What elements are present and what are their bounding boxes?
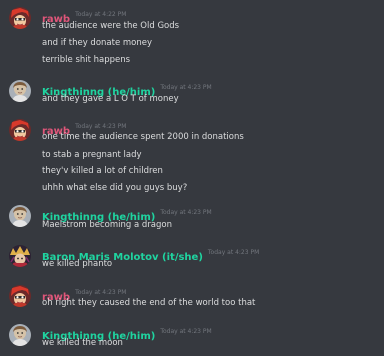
message-text: terrible shit happens bbox=[42, 55, 131, 65]
message-header: Kingthinng (he/him) Today at 4:23 PM bbox=[42, 80, 212, 98]
baron-avatar-icon[interactable] bbox=[9, 245, 31, 267]
message-text: we killed phanto bbox=[42, 259, 113, 269]
message-header: Kingthinng (he/him) Today at 4:23 PM bbox=[42, 324, 212, 342]
rawb-avatar-icon[interactable] bbox=[9, 7, 31, 29]
kingthinng-avatar-icon[interactable] bbox=[9, 205, 31, 227]
message-timestamp: Today at 4:23 PM bbox=[75, 123, 127, 130]
message-timestamp: Today at 4:23 PM bbox=[160, 209, 212, 216]
kingthinng-avatar-icon[interactable] bbox=[9, 80, 31, 102]
message-text: we killed the moon bbox=[42, 338, 123, 348]
message-timestamp: Today at 4:23 PM bbox=[207, 249, 260, 256]
message-header: Baron Maris Molotov (it/she) Today at 4:2… bbox=[42, 245, 260, 263]
message-header: rawb Today at 4:22 PM bbox=[42, 7, 127, 25]
rawb-avatar-icon[interactable] bbox=[9, 119, 31, 141]
message-text: uhhh what else did you guys buy? bbox=[42, 183, 188, 193]
message-text: and if they donate money bbox=[42, 38, 153, 48]
message-text: one time the audience spent 2000 in dona… bbox=[42, 132, 244, 142]
message-text: to stab a pregnant lady bbox=[42, 150, 142, 160]
message-timestamp: Today at 4:22 PM bbox=[75, 11, 127, 18]
message-text: they'v killed a lot of children bbox=[42, 166, 163, 176]
chat-message-list: rawb Today at 4:22 PM the audience were t… bbox=[0, 0, 384, 356]
message-text: oh right they caused the end of the worl… bbox=[42, 298, 256, 308]
message-text: and they gave a L O T of money bbox=[42, 94, 179, 104]
message-timestamp: Today at 4:23 PM bbox=[160, 84, 212, 91]
rawb-avatar-icon[interactable] bbox=[9, 285, 31, 307]
message-header: Kingthinng (he/him) Today at 4:23 PM bbox=[42, 205, 212, 223]
message-text: the audience were the Old Gods bbox=[42, 21, 180, 31]
kingthinng-avatar-icon[interactable] bbox=[9, 324, 31, 346]
message-timestamp: Today at 4:23 PM bbox=[160, 328, 212, 335]
message-timestamp: Today at 4:23 PM bbox=[75, 289, 127, 296]
message-text: Maelstrom becoming a dragon bbox=[42, 220, 173, 230]
